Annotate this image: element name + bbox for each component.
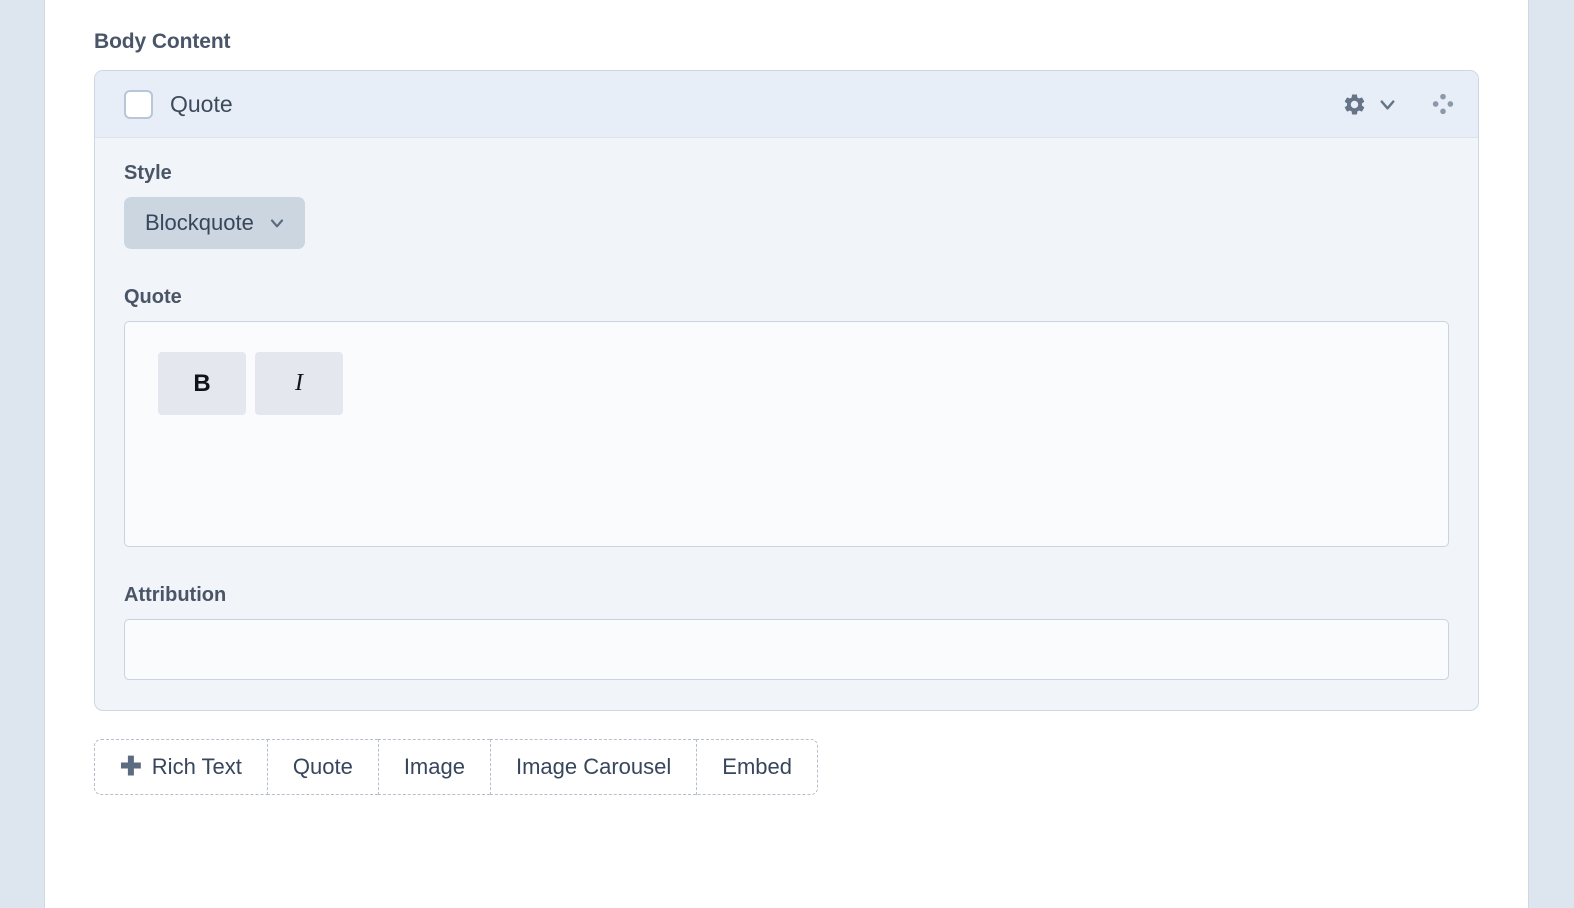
quote-field-label: Quote bbox=[124, 286, 1449, 309]
bold-button[interactable]: B bbox=[158, 352, 246, 415]
gear-icon[interactable] bbox=[1342, 92, 1367, 117]
block-type-label: Quote bbox=[170, 91, 1342, 118]
add-image-label: Image bbox=[404, 754, 465, 780]
attribution-field-label: Attribution bbox=[124, 584, 1449, 607]
right-gutter bbox=[1528, 0, 1574, 908]
add-embed-button[interactable]: Embed bbox=[696, 739, 818, 795]
quote-block-header: Quote bbox=[95, 71, 1478, 138]
add-quote-label: Quote bbox=[293, 754, 353, 780]
rich-text-toolbar: B I bbox=[158, 352, 1448, 415]
block-select-checkbox[interactable] bbox=[124, 90, 153, 119]
block-header-actions bbox=[1342, 91, 1456, 117]
body-content-section: Body Content Quote bbox=[46, 0, 1527, 908]
quote-block-body: Style Blockquote Quote B I Attribution bbox=[95, 138, 1478, 710]
drag-handle-icon[interactable] bbox=[1430, 91, 1456, 117]
add-image-button[interactable]: Image bbox=[378, 739, 490, 795]
attribution-input[interactable] bbox=[124, 619, 1449, 680]
add-embed-label: Embed bbox=[722, 754, 792, 780]
add-rich-text-button[interactable]: ✚ Rich Text bbox=[94, 739, 267, 795]
chevron-down-icon bbox=[267, 213, 287, 233]
style-field-label: Style bbox=[124, 162, 1449, 185]
chevron-down-icon[interactable] bbox=[1376, 93, 1399, 116]
add-image-carousel-button[interactable]: Image Carousel bbox=[490, 739, 696, 795]
add-rich-text-label: Rich Text bbox=[152, 754, 242, 780]
quote-block-panel: Quote bbox=[94, 70, 1479, 711]
italic-button[interactable]: I bbox=[255, 352, 343, 415]
left-gutter bbox=[0, 0, 45, 908]
quote-rich-text-editor[interactable]: B I bbox=[124, 321, 1449, 547]
add-quote-button[interactable]: Quote bbox=[267, 739, 378, 795]
style-select-value: Blockquote bbox=[145, 210, 254, 236]
add-image-carousel-label: Image Carousel bbox=[516, 754, 671, 780]
page-title: Body Content bbox=[94, 30, 1479, 54]
plus-icon: ✚ bbox=[120, 753, 142, 779]
style-select[interactable]: Blockquote bbox=[124, 197, 305, 249]
add-block-button-group: ✚ Rich Text Quote Image Image Carousel E… bbox=[94, 739, 818, 795]
